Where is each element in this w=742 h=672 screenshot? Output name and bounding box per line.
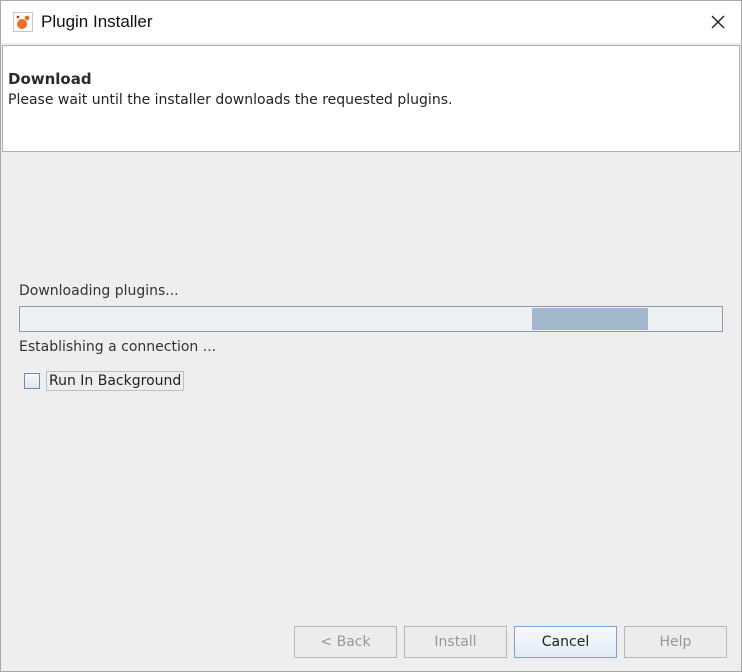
- title-bar: Plugin Installer: [1, 1, 741, 43]
- download-status-label: Downloading plugins...: [19, 283, 179, 299]
- cancel-button-label: Cancel: [541, 634, 590, 650]
- plugin-installer-window: Plugin Installer Download Please wait un…: [0, 0, 742, 672]
- connection-detail-label: Establishing a connection ...: [19, 339, 217, 355]
- install-button[interactable]: Install: [404, 626, 507, 658]
- header-title: Download: [8, 70, 92, 88]
- cancel-button[interactable]: Cancel: [514, 626, 617, 658]
- run-in-background-checkbox-row[interactable]: Run In Background: [24, 370, 185, 392]
- back-button[interactable]: < Back: [294, 626, 397, 658]
- header-description: Please wait until the installer download…: [8, 92, 453, 108]
- download-progress-bar: [19, 306, 723, 332]
- wizard-header: Download Please wait until the installer…: [2, 45, 740, 152]
- app-icon: [13, 12, 33, 32]
- back-button-label: < Back: [320, 634, 371, 650]
- run-in-background-label[interactable]: Run In Background: [46, 371, 185, 391]
- help-button[interactable]: Help: [624, 626, 727, 658]
- window-title: Plugin Installer: [41, 12, 153, 31]
- install-button-label: Install: [434, 634, 477, 650]
- help-button-label: Help: [659, 634, 692, 650]
- close-icon[interactable]: [705, 9, 731, 35]
- run-in-background-checkbox[interactable]: [24, 373, 40, 389]
- progress-indeterminate-fill: [532, 308, 649, 330]
